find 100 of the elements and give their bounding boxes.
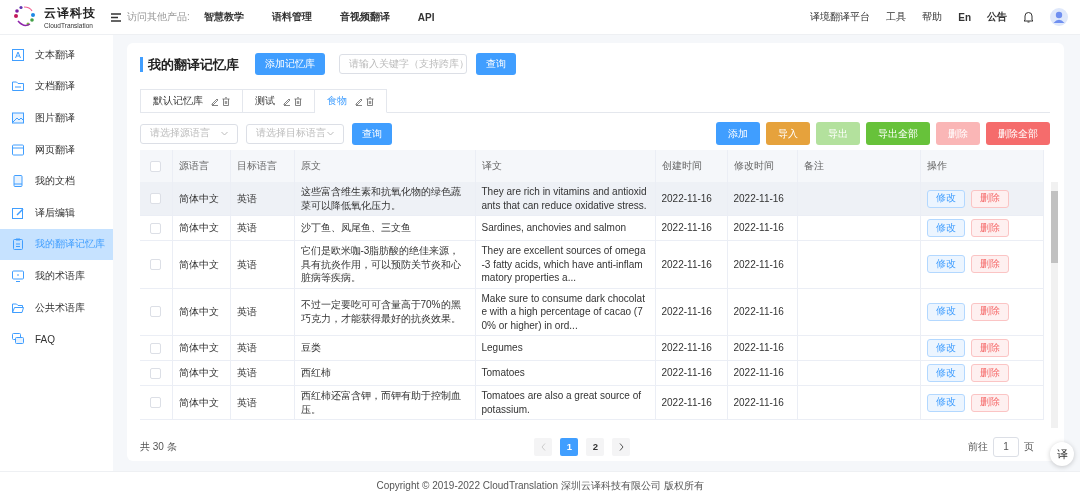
menu-icon[interactable]: [111, 12, 121, 22]
table-cell: 2022-11-16: [727, 182, 797, 216]
page-input[interactable]: 1: [993, 436, 1019, 457]
memory-tab[interactable]: 测试: [243, 89, 315, 112]
clipboard-icon: [11, 237, 25, 252]
next-page-button[interactable]: [612, 437, 631, 456]
column-header: 源语言: [172, 150, 230, 182]
product-link[interactable]: 智慧教学: [203, 10, 244, 24]
nav-link[interactable]: 帮助: [922, 10, 943, 24]
scrollbar[interactable]: [1051, 182, 1058, 428]
delete-button[interactable]: 删除: [970, 364, 1009, 382]
table-cell: 不过一定要吃可可含量高于70%的黑巧克力，才能获得最好的抗炎效果。: [294, 288, 475, 336]
table-cell: 西红柿: [294, 360, 475, 386]
chat-icon: [11, 332, 25, 347]
sidebar-item[interactable]: 图片翻译: [0, 102, 113, 134]
table-cell: Legumes: [475, 335, 655, 361]
edit-button[interactable]: 修改: [926, 302, 965, 321]
sidebar-item[interactable]: 我的翻译记忆库: [0, 228, 113, 261]
action-button[interactable]: 添加: [716, 122, 760, 145]
sidebar-item[interactable]: 文档翻译: [0, 70, 113, 103]
product-link[interactable]: 音视频翻译: [339, 10, 390, 24]
checkbox[interactable]: [150, 342, 162, 354]
language-switch[interactable]: En: [958, 11, 971, 23]
page-button[interactable]: 1: [560, 437, 579, 456]
checkbox[interactable]: [150, 397, 162, 408]
table-cell: 2022-11-16: [655, 385, 727, 420]
table-cell: 2022-11-16: [727, 360, 797, 386]
product-link[interactable]: API: [417, 11, 435, 23]
chevron-left-icon: [540, 442, 546, 451]
column-header: 备注: [797, 150, 920, 182]
page-title: 我的翻译记忆库: [140, 56, 239, 72]
delete-button[interactable]: 删除: [970, 339, 1009, 357]
sidebar-item[interactable]: 网页翻译: [0, 133, 113, 166]
trash-icon[interactable]: [366, 96, 374, 106]
goto-label: 前往: [968, 439, 988, 454]
edit-button[interactable]: 修改: [926, 339, 965, 357]
edit-button[interactable]: 修改: [926, 393, 965, 412]
table-cell: 2022-11-16: [655, 288, 727, 336]
table-cell: 简体中文: [172, 335, 230, 361]
edit-button[interactable]: 修改: [926, 364, 965, 382]
table-cell: 英语: [230, 240, 294, 288]
delete-button[interactable]: 删除: [970, 393, 1009, 412]
delete-button[interactable]: 删除: [970, 189, 1009, 208]
column-header: 创建时间: [655, 150, 727, 182]
delete-button[interactable]: 删除: [970, 255, 1009, 274]
trash-icon[interactable]: [222, 96, 230, 106]
trash-icon[interactable]: [294, 96, 302, 106]
edit-button[interactable]: 修改: [926, 189, 965, 208]
edit-icon[interactable]: [355, 96, 363, 106]
sidebar-item[interactable]: FAQ: [0, 323, 113, 355]
sidebar-item[interactable]: 文本翻译: [0, 39, 113, 71]
table-cell: 2022-11-16: [655, 335, 727, 361]
action-button[interactable]: 导出全部: [866, 122, 930, 145]
table-cell: 简体中文: [172, 182, 230, 216]
target-language-select[interactable]: 请选择目标语言: [246, 123, 344, 144]
text-icon: [11, 47, 25, 62]
table-cell: 2022-11-16: [727, 385, 797, 420]
filter-search-button[interactable]: 查询: [352, 122, 392, 145]
monitor-icon: [11, 268, 25, 283]
search-button[interactable]: 查询: [476, 53, 516, 75]
nav-link[interactable]: 译境翻译平台: [810, 10, 871, 24]
table-cell: Make sure to consume dark chocolate with a high percentage of cacao (70% or higher) in ord...: [475, 288, 655, 336]
checkbox[interactable]: [150, 367, 162, 379]
action-button[interactable]: 删除全部: [986, 122, 1050, 145]
checkbox[interactable]: [150, 306, 162, 318]
avatar-icon[interactable]: [1050, 8, 1068, 26]
delete-button[interactable]: 删除: [970, 219, 1009, 237]
product-link[interactable]: 语料管理: [271, 10, 312, 24]
action-button[interactable]: 导入: [766, 122, 810, 145]
memory-tab[interactable]: 食物: [315, 89, 387, 113]
table-cell: 简体中文: [172, 215, 230, 241]
sidebar-item[interactable]: 公共术语库: [0, 291, 113, 324]
table-cell: Tomatoes: [475, 360, 655, 386]
sidebar-item[interactable]: 译后编辑: [0, 196, 113, 229]
total-count: 共 30 条: [140, 439, 177, 454]
image-icon: [11, 111, 25, 125]
page-button[interactable]: 2: [586, 437, 605, 456]
memory-tab[interactable]: 默认记忆库: [140, 89, 243, 112]
edit-icon[interactable]: [211, 96, 219, 106]
edit-icon[interactable]: [283, 96, 291, 106]
edit-button[interactable]: 修改: [926, 219, 965, 237]
tab-label: 测试: [255, 94, 275, 108]
sidebar-item[interactable]: 我的术语库: [0, 260, 113, 292]
notice-link[interactable]: 公告: [987, 10, 1007, 24]
column-header: 操作: [920, 150, 1043, 182]
bell-icon[interactable]: [1023, 11, 1034, 23]
checkbox[interactable]: [150, 193, 162, 204]
checkbox[interactable]: [150, 222, 162, 234]
table-cell: 英语: [230, 182, 294, 216]
add-memory-button[interactable]: 添加记忆库: [255, 53, 325, 75]
tab-label: 食物: [327, 94, 347, 108]
checkbox[interactable]: [150, 258, 162, 270]
delete-button[interactable]: 删除: [970, 302, 1009, 321]
tab-label: 默认记忆库: [153, 94, 203, 108]
table-cell: Sardines, anchovies and salmon: [475, 215, 655, 241]
nav-link[interactable]: 工具: [886, 10, 907, 24]
edit-button[interactable]: 修改: [926, 255, 965, 274]
checkbox[interactable]: [150, 160, 162, 172]
sidebar-item[interactable]: 我的文档: [0, 165, 113, 197]
copyright-text: Copyright © 2019-2022 CloudTranslation 深圳云译科技有限公司 版权所有: [376, 479, 704, 493]
